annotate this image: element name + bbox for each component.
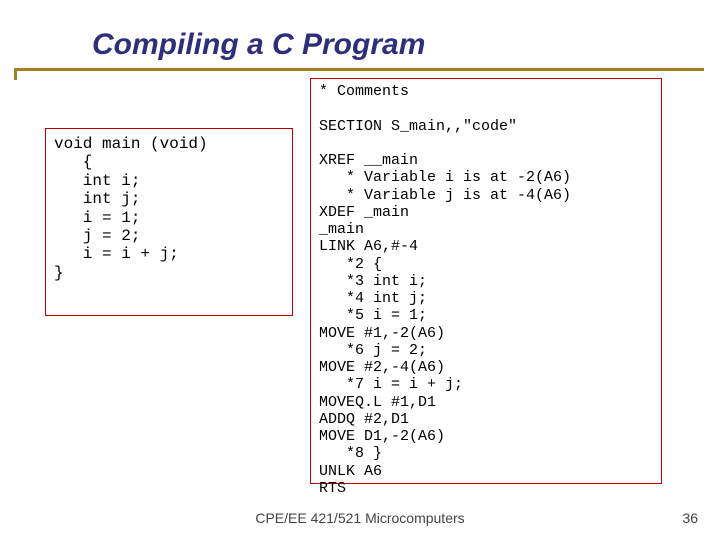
page-number: 36 (682, 510, 698, 526)
c-source-box: void main (void) { int i; int j; i = 1; … (45, 128, 293, 316)
assembly-output-box: * Comments SECTION S_main,,"code" XREF _… (310, 78, 662, 484)
slide-title: Compiling a C Program (92, 28, 425, 62)
title-tick (14, 68, 17, 80)
title-underline (14, 68, 704, 71)
slide: Compiling a C Program void main (void) {… (0, 0, 720, 540)
footer-text: CPE/EE 421/521 Microcomputers (0, 510, 720, 526)
